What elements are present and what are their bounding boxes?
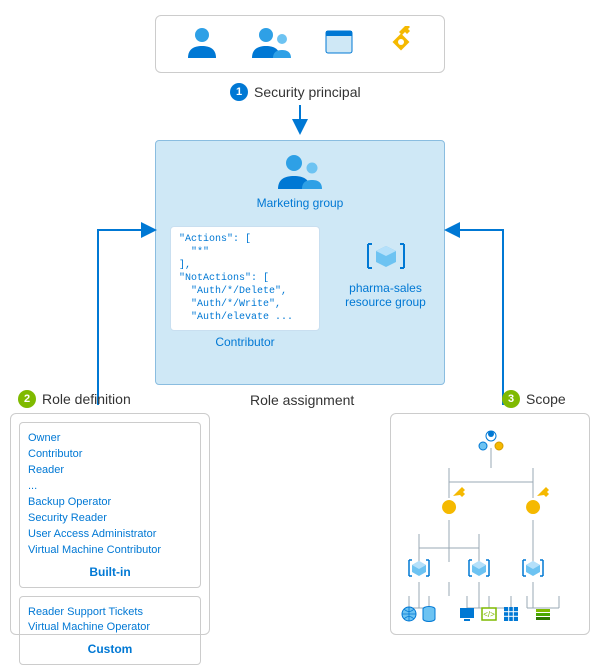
security-principal-label: Security principal xyxy=(254,84,361,100)
arrow-scope-in xyxy=(443,225,508,405)
builtin-roles-box: OwnerContributorReader...Backup Operator… xyxy=(19,422,201,588)
subscription-key-icon xyxy=(526,487,549,514)
role-assignment-label: Role assignment xyxy=(250,392,354,408)
badge-3: 3 xyxy=(502,390,520,408)
arrow-roledef-in xyxy=(93,225,158,405)
role-item: Virtual Machine Operator xyxy=(28,620,192,636)
role-item: User Access Administrator xyxy=(28,527,192,543)
builtin-label: Built-in xyxy=(28,565,192,579)
security-principal-title: 1 Security principal xyxy=(230,83,361,101)
subscription-key-icon xyxy=(442,487,465,514)
group-icon xyxy=(251,24,293,65)
arrow-principal-down xyxy=(295,105,305,135)
role-item: Contributor xyxy=(28,447,192,463)
role-item: Reader Support Tickets xyxy=(28,605,192,621)
resource-monitor-icon xyxy=(460,608,474,621)
resource-db-icon xyxy=(423,607,435,622)
resource-group-line2: resource group xyxy=(338,295,433,309)
role-definition-panel: OwnerContributorReader...Backup Operator… xyxy=(10,413,210,635)
scope-title: 3 Scope xyxy=(502,390,566,408)
badge-1: 1 xyxy=(230,83,248,101)
role-item: Virtual Machine Contributor xyxy=(28,543,192,559)
security-principal-panel xyxy=(155,15,445,73)
app-icon xyxy=(324,27,354,62)
svg-text:</>: </> xyxy=(483,610,495,619)
scope-label: Scope xyxy=(526,391,566,407)
role-item: Backup Operator xyxy=(28,495,192,511)
contributor-label: Contributor xyxy=(170,335,320,349)
mgmt-group-icon xyxy=(479,431,503,450)
user-icon xyxy=(184,24,220,65)
key-icon xyxy=(385,26,417,63)
resource-group-line1: pharma-sales xyxy=(338,281,433,295)
resource-group-icon xyxy=(523,560,543,576)
role-definition-title: 2 Role definition xyxy=(18,390,131,408)
badge-2: 2 xyxy=(18,390,36,408)
custom-roles-box: Reader Support TicketsVirtual Machine Op… xyxy=(19,596,201,665)
resource-grid-icon xyxy=(504,607,518,621)
resource-storage-icon xyxy=(536,609,550,620)
marketing-group-icon xyxy=(277,178,323,195)
resource-group-icon xyxy=(469,560,489,576)
role-item: ... xyxy=(28,479,192,495)
marketing-group-label: Marketing group xyxy=(156,196,444,210)
resource-code-icon: </> xyxy=(482,608,496,620)
contributor-code: "Actions": [ "*" ], "NotActions": [ "Aut… xyxy=(170,226,320,331)
role-item: Owner xyxy=(28,431,192,447)
custom-label: Custom xyxy=(28,642,192,656)
role-item: Reader xyxy=(28,463,192,479)
scope-panel: </> xyxy=(390,413,590,635)
resource-group-icon xyxy=(409,560,429,576)
role-assignment-panel: Marketing group "Actions": [ "*" ], "Not… xyxy=(155,140,445,385)
scope-tree: </> xyxy=(399,422,583,628)
role-item: Security Reader xyxy=(28,511,192,527)
resource-group-icon xyxy=(363,263,409,280)
role-definition-label: Role definition xyxy=(42,391,131,407)
resource-web-icon xyxy=(402,607,416,621)
